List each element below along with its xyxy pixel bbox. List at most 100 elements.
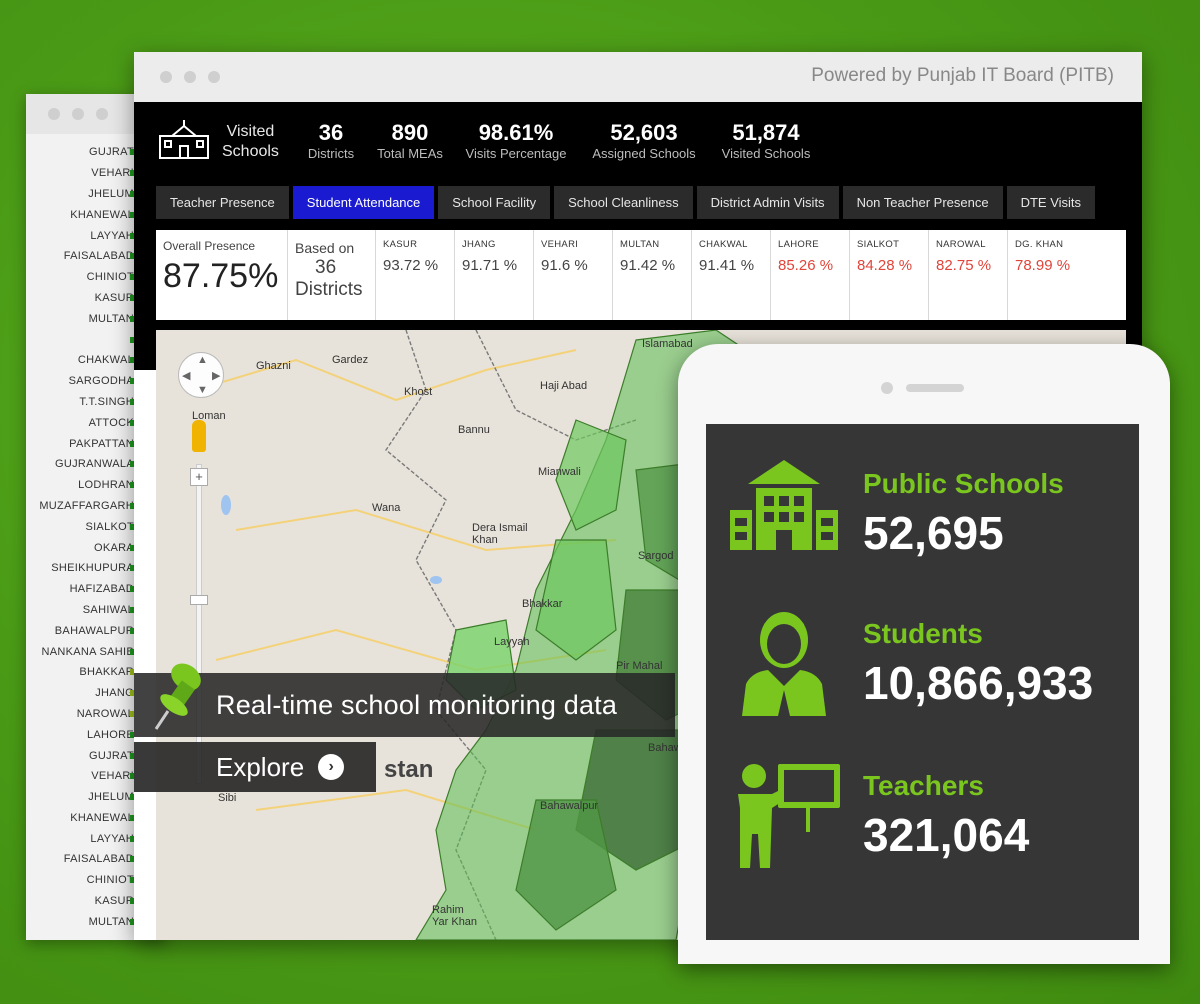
district-name: NAROWAL <box>76 707 134 720</box>
tab-teacher-presence[interactable]: Teacher Presence <box>156 186 289 219</box>
district-list-item[interactable]: GUJRANWALA <box>26 454 134 475</box>
district-list-item[interactable]: JHELUM <box>26 184 134 205</box>
district-list: GUJRAT VEHARI JHELUM KHANEWAL LAYYAH FAISALAB… <box>26 142 134 932</box>
district-presence-name: MULTAN <box>620 239 660 250</box>
district-list-item[interactable]: SARGODHA <box>26 371 134 392</box>
district-list-item[interactable]: JHANG <box>26 683 134 704</box>
tab-dte-visits[interactable]: DTE Visits <box>1006 186 1096 219</box>
district-presence-cell[interactable]: SIALKOT 84.28 % <box>850 230 929 320</box>
tab-non-teacher-presence[interactable]: Non Teacher Presence <box>842 186 1003 219</box>
district-list-item[interactable]: KASUR <box>26 288 134 309</box>
district-list-item[interactable]: BAHAWALPUR <box>26 620 134 641</box>
metric-value: 52,695 <box>863 507 1004 559</box>
district-list-item[interactable]: KASUR <box>26 891 134 912</box>
district-cells: KASUR 93.72 % JHANG 91.71 % VEHARI 91.6 % MULT… <box>376 230 1088 320</box>
district-list-item[interactable]: LAYYAH <box>26 828 134 849</box>
district-presence-name: VEHARI <box>541 239 579 250</box>
district-list-item[interactable]: FAISALABAD <box>26 849 134 870</box>
presence-summary-row: Overall Presence 87.75% Based on 36 Dist… <box>156 230 1126 320</box>
district-name: VEHARI <box>91 167 134 180</box>
street-view-pegman-icon[interactable] <box>192 420 206 452</box>
district-list-item[interactable]: KHANEWAL <box>26 808 134 829</box>
tab-school-facility[interactable]: School Facility <box>438 186 551 219</box>
district-name: CHINIOT <box>86 271 134 284</box>
map-pan-control[interactable]: ▲ ▼ ◀ ▶ <box>178 352 224 398</box>
district-presence-cell[interactable]: MULTAN 91.42 % <box>613 230 692 320</box>
district-name: VEHARI <box>91 770 134 783</box>
district-list-item[interactable] <box>26 329 134 350</box>
district-list-item[interactable]: PAKPATTAN <box>26 433 134 454</box>
district-name: ATTOCK <box>88 416 134 429</box>
based-on-line: Districts <box>295 279 363 300</box>
district-list-item[interactable]: SAHIWAL <box>26 600 134 621</box>
chevron-down-icon[interactable]: ▼ <box>197 384 208 396</box>
stat-visits-percentage: 98.61% Visits Percentage <box>460 120 572 162</box>
based-on-cell: Based on 36 Districts <box>288 230 376 320</box>
district-list-item[interactable]: LAYYAH <box>26 225 134 246</box>
tablet-screen: Public Schools 52,695 Students 10,866,93… <box>706 424 1139 940</box>
district-list-item[interactable]: LAHORE <box>26 724 134 745</box>
district-list-item[interactable]: NANKANA SAHIB <box>26 641 134 662</box>
visited-label-line: Visited <box>226 123 275 140</box>
stat-label: Districts <box>307 146 355 161</box>
district-list-item[interactable]: BHAKKAR <box>26 662 134 683</box>
district-name: PAKPATTAN <box>69 437 134 450</box>
district-list-item[interactable]: OKARA <box>26 537 134 558</box>
tab-student-attendance[interactable]: Student Attendance <box>292 186 435 219</box>
district-presence-value: 82.75 % <box>936 257 992 274</box>
district-list-item[interactable]: CHAKWAL <box>26 350 134 371</box>
district-presence-cell[interactable]: DG. KHAN 78.99 % <box>1008 230 1088 320</box>
district-list-item[interactable]: CHINIOT <box>26 870 134 891</box>
district-list-item[interactable]: SIALKOT <box>26 516 134 537</box>
district-name: MULTAN <box>88 915 134 928</box>
stat-value: 890 <box>391 120 429 145</box>
district-list-item[interactable]: LODHRAN <box>26 475 134 496</box>
district-presence-cell[interactable]: LAHORE 85.26 % <box>771 230 850 320</box>
district-presence-name: DG. KHAN <box>1015 239 1064 250</box>
district-presence-cell[interactable]: VEHARI 91.6 % <box>534 230 613 320</box>
chevron-left-icon[interactable]: ◀ <box>182 369 190 382</box>
map-label: Dera Ismail Khan <box>472 522 528 546</box>
zoom-in-button[interactable]: + <box>190 468 208 486</box>
visited-label-line: Schools <box>222 143 279 160</box>
window-dot <box>208 71 220 83</box>
zoom-slider-handle[interactable] <box>190 595 208 605</box>
district-presence-cell[interactable]: KASUR 93.72 % <box>376 230 455 320</box>
district-list-item[interactable]: HAFIZABAD <box>26 579 134 600</box>
based-on-count: 36 <box>315 257 337 278</box>
tab-district-admin-visits[interactable]: District Admin Visits <box>696 186 839 219</box>
district-list-item[interactable]: MULTAN <box>26 911 134 932</box>
district-list-item[interactable]: MULTAN <box>26 308 134 329</box>
district-list-item[interactable]: VEHARI <box>26 766 134 787</box>
explore-button[interactable]: Explore › <box>134 742 376 792</box>
district-list-item[interactable]: VEHARI <box>26 163 134 184</box>
district-name: SIALKOT <box>85 520 134 533</box>
map-label: Bahawalpur <box>540 800 599 812</box>
chevron-right-icon[interactable]: ▶ <box>212 369 220 382</box>
district-presence-value: 91.42 % <box>620 257 676 274</box>
district-presence-value: 91.6 % <box>541 257 588 274</box>
category-tabs: Teacher Presence Student Attendance Scho… <box>156 186 1096 219</box>
district-presence-name: KASUR <box>383 239 418 250</box>
district-list-item[interactable]: GUJRAT <box>26 142 134 163</box>
stat-visited-schools: 51,874 Visited Schools <box>714 120 818 162</box>
district-list-item[interactable]: T.T.SINGH <box>26 392 134 413</box>
district-presence-cell[interactable]: CHAKWAL 91.41 % <box>692 230 771 320</box>
district-list-item[interactable]: CHINIOT <box>26 267 134 288</box>
district-presence-cell[interactable]: JHANG 91.71 % <box>455 230 534 320</box>
chevron-up-icon[interactable]: ▲ <box>197 354 208 366</box>
district-list-item[interactable]: MUZAFFARGARH <box>26 496 134 517</box>
district-presence-cell[interactable]: NAROWAL 82.75 % <box>929 230 1008 320</box>
district-list-item[interactable]: NAROWAL <box>26 704 134 725</box>
district-name: GUJRAT <box>89 146 134 159</box>
district-presence-name: SIALKOT <box>857 239 900 250</box>
tab-school-cleanliness[interactable]: School Cleanliness <box>554 186 693 219</box>
district-list-item[interactable]: SHEIKHUPURA <box>26 558 134 579</box>
district-list-item[interactable]: GUJRAT <box>26 745 134 766</box>
district-presence-name: CHAKWAL <box>699 239 748 250</box>
district-list-item[interactable]: KHANEWAL <box>26 204 134 225</box>
district-list-item[interactable]: ATTOCK <box>26 412 134 433</box>
district-list-item[interactable]: JHELUM <box>26 787 134 808</box>
district-name: MULTAN <box>88 312 134 325</box>
district-list-item[interactable]: FAISALABAD <box>26 246 134 267</box>
